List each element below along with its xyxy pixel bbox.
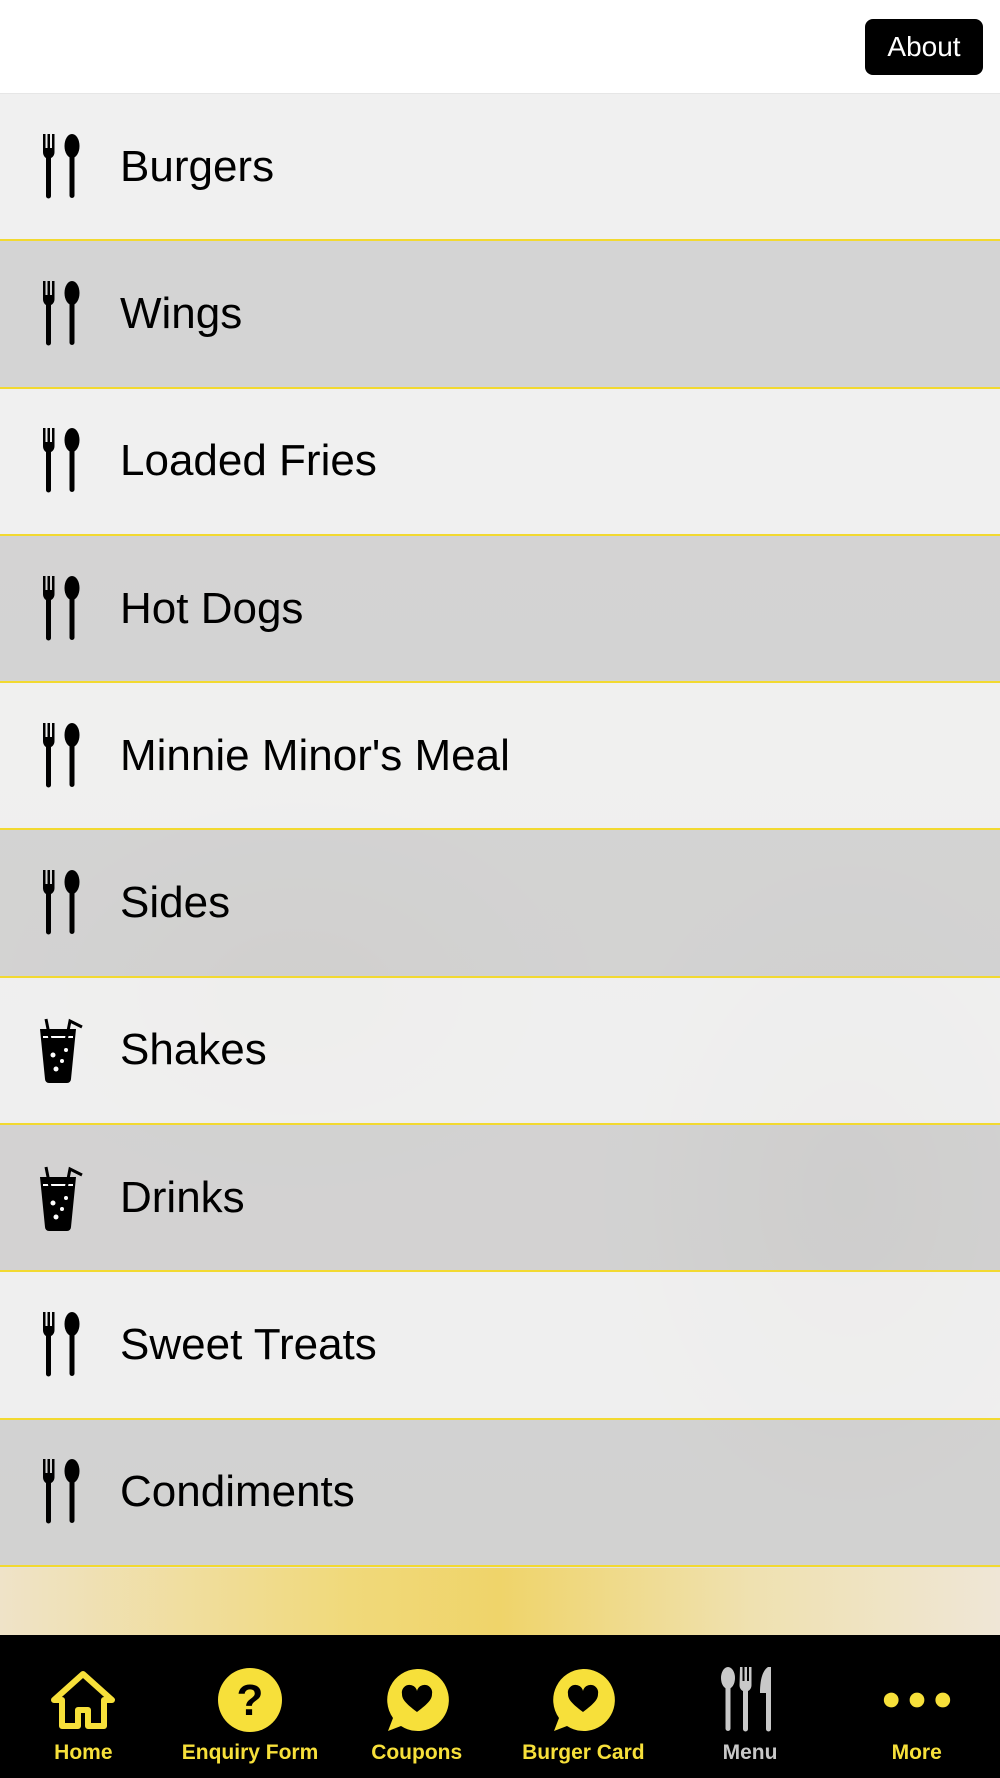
tab-menu[interactable]: Menu [667,1635,834,1778]
menu-item-drinks[interactable]: Drinks [0,1125,1000,1273]
menu-item-minnie-minors-meal[interactable]: Minnie Minor's Meal [0,683,1000,831]
menu-item-hot-dogs[interactable]: Hot Dogs [0,535,1000,684]
cutlery-icon [38,1458,84,1526]
cutlery-icon [38,1311,84,1379]
about-button[interactable]: About [865,19,983,75]
tab-label: Home [54,1741,113,1764]
tab-label: Enquiry Form [181,1741,319,1764]
menu-category-list: Burgers Wings Loaded Fries Hot Dogs Minn… [0,94,1000,1567]
cutlery-icon [715,1665,785,1735]
cutlery-icon [38,575,84,643]
cutlery-icon [38,280,84,348]
menu-item-sides[interactable]: Sides [0,830,1000,978]
question-icon: ? [215,1665,285,1735]
menu-item-condiments[interactable]: Condiments [0,1419,1000,1567]
tab-label: Burger Card [522,1741,645,1764]
menu-item-label: Sweet Treats [120,1320,377,1370]
svg-text:?: ? [237,1676,264,1725]
menu-item-label: Burgers [120,141,275,191]
top-bar: About [0,0,1000,94]
cutlery-icon [38,133,84,201]
background-image-strip [0,1568,1000,1635]
menu-item-label: Shakes [120,1025,267,1075]
heart-bubble-icon [548,1665,618,1735]
menu-item-label: Minnie Minor's Meal [120,730,510,780]
bottom-tab-bar: Home ? Enquiry Form Coupons Burger Card … [0,1635,1000,1778]
drink-icon [38,1016,84,1084]
cutlery-icon [38,869,84,937]
menu-item-wings[interactable]: Wings [0,241,1000,389]
tab-label: Menu [722,1741,778,1764]
menu-item-loaded-fries[interactable]: Loaded Fries [0,388,1000,536]
menu-item-label: Wings [120,288,243,338]
tab-label: More [891,1741,942,1764]
heart-bubble-icon [382,1665,452,1735]
tab-burger-card[interactable]: Burger Card [500,1635,667,1778]
home-icon [48,1665,118,1735]
tab-more[interactable]: More [833,1635,1000,1778]
drink-icon [38,1164,84,1232]
menu-item-label: Hot Dogs [120,583,304,633]
menu-item-label: Condiments [120,1467,355,1517]
more-dots-icon [882,1665,952,1735]
menu-item-label: Drinks [120,1172,245,1222]
cutlery-icon [38,722,84,790]
tab-enquiry-form[interactable]: ? Enquiry Form [167,1635,334,1778]
menu-item-label: Sides [120,878,231,928]
menu-item-shakes[interactable]: Shakes [0,977,1000,1126]
tab-label: Coupons [371,1741,463,1764]
tab-home[interactable]: Home [0,1635,167,1778]
menu-item-sweet-treats[interactable]: Sweet Treats [0,1272,1000,1420]
menu-item-burgers[interactable]: Burgers [0,94,1000,242]
menu-item-label: Loaded Fries [120,436,377,486]
cutlery-icon [38,427,84,495]
tab-coupons[interactable]: Coupons [333,1635,500,1778]
